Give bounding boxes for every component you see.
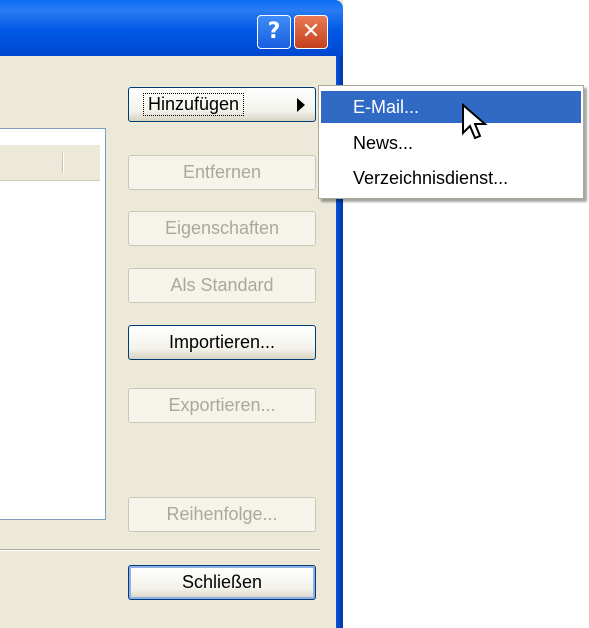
add-button[interactable]: Hinzufügen: [128, 87, 316, 122]
help-button[interactable]: ?: [257, 15, 291, 49]
add-button-label: Hinzufügen: [143, 93, 245, 116]
order-button[interactable]: Reihenfolge...: [128, 497, 316, 532]
title-bar[interactable]: ? ✕: [0, 0, 343, 56]
submenu-arrow-icon: [297, 98, 305, 112]
order-button-label: Reihenfolge...: [166, 504, 278, 524]
remove-button-label: Entfernen: [182, 162, 262, 182]
mouse-pointer-icon: [462, 103, 488, 140]
set-default-button-label: Als Standard: [170, 275, 274, 295]
export-button-label: Exportieren...: [168, 395, 276, 415]
menu-item-news-label: News...: [353, 133, 414, 153]
import-button[interactable]: Importieren...: [128, 325, 316, 360]
close-button[interactable]: Schließen: [128, 565, 316, 600]
close-window-button[interactable]: ✕: [294, 15, 328, 49]
menu-item-email[interactable]: E-Mail...: [321, 91, 581, 123]
column-separator[interactable]: [62, 153, 64, 173]
remove-button[interactable]: Entfernen: [128, 155, 316, 190]
add-submenu: E-Mail... News... Verzeichnisdienst...: [318, 85, 584, 199]
close-button-label: Schließen: [181, 572, 263, 592]
list-column-header[interactable]: [0, 145, 100, 181]
properties-button[interactable]: Eigenschaften: [128, 211, 316, 246]
dialog-window: ? ✕ Hinzufügen Entfernen Eigenschaften A…: [0, 0, 343, 628]
dialog-separator: [0, 549, 320, 551]
menu-item-directory-service-label: Verzeichnisdienst...: [353, 168, 509, 188]
menu-item-email-label: E-Mail...: [353, 97, 420, 117]
menu-item-news[interactable]: News...: [321, 127, 581, 159]
menu-item-directory-service[interactable]: Verzeichnisdienst...: [321, 162, 581, 194]
set-default-button[interactable]: Als Standard: [128, 268, 316, 303]
export-button[interactable]: Exportieren...: [128, 388, 316, 423]
properties-button-label: Eigenschaften: [164, 218, 280, 238]
import-button-label: Importieren...: [168, 332, 276, 352]
accounts-list[interactable]: [0, 128, 106, 520]
close-icon: ✕: [301, 19, 321, 44]
help-icon: ?: [267, 19, 281, 44]
